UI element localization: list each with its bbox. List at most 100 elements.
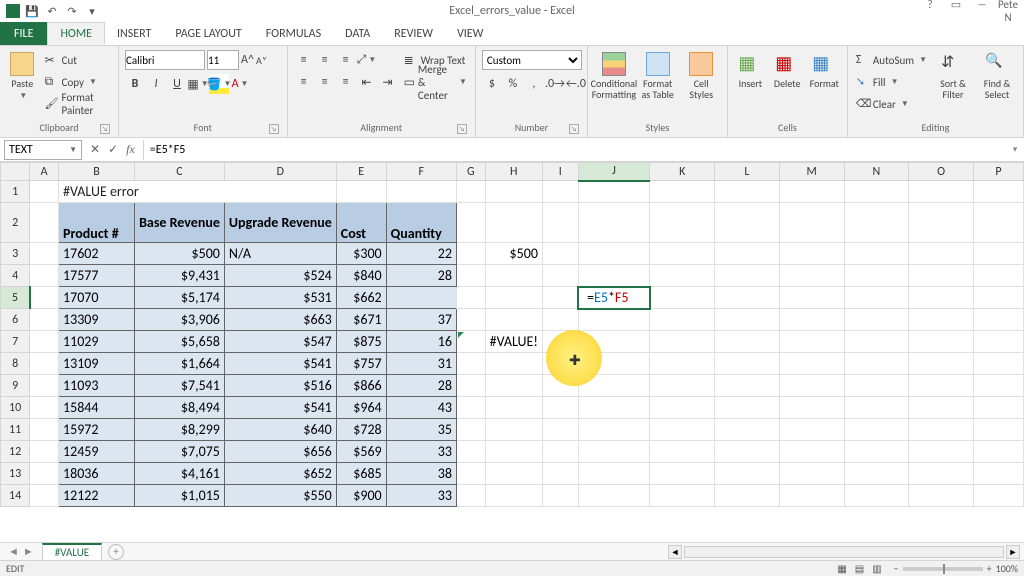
sheet-nav-prev-icon[interactable]: ◄ xyxy=(8,545,19,558)
align-left-icon[interactable]: ≡ xyxy=(294,72,314,92)
column-headers[interactable]: A B C D E F G H I J K L M N O P xyxy=(1,163,1024,181)
fill-color-button[interactable]: 🪣▼ xyxy=(209,74,229,94)
sheet-tab[interactable]: #VALUE xyxy=(42,543,102,560)
cell[interactable]: $685 xyxy=(336,463,386,485)
normal-view-icon[interactable]: ▦ xyxy=(833,562,850,575)
col-header[interactable]: J xyxy=(578,163,650,181)
align-top-icon[interactable]: ≡ xyxy=(294,50,314,70)
italic-button[interactable]: I xyxy=(146,74,166,94)
worksheet-grid[interactable]: A B C D E F G H I J K L M N O P 1 #VALUE… xyxy=(0,162,1024,542)
tab-home[interactable]: HOME xyxy=(47,22,105,45)
orientation-icon[interactable]: ⤢▼ xyxy=(357,50,377,70)
cell[interactable]: $541 xyxy=(224,397,336,419)
cell[interactable]: $656 xyxy=(224,441,336,463)
tab-formulas[interactable]: FORMULAS xyxy=(254,22,333,45)
cell[interactable]: 15844 xyxy=(59,397,135,419)
cell[interactable]: $9,431 xyxy=(135,265,225,287)
cell[interactable]: Cost xyxy=(336,203,386,243)
cell[interactable]: $728 xyxy=(336,419,386,441)
merge-center-button[interactable]: Merge & Center▼ xyxy=(402,72,469,92)
scroll-track[interactable] xyxy=(684,546,1004,558)
cell[interactable]: 38 xyxy=(386,463,456,485)
underline-button[interactable]: U xyxy=(167,74,187,94)
help-icon[interactable]: ? xyxy=(920,0,940,24)
font-name-input[interactable] xyxy=(125,50,205,70)
row-header[interactable]: 6 xyxy=(1,309,30,331)
cell[interactable]: $1,664 xyxy=(135,353,225,375)
col-header[interactable]: N xyxy=(844,163,909,181)
cell[interactable]: $5,174 xyxy=(135,287,225,309)
cell[interactable]: $300 xyxy=(336,243,386,265)
cell[interactable]: $662 xyxy=(336,287,386,309)
col-header[interactable]: G xyxy=(456,163,485,181)
col-header[interactable]: I xyxy=(542,163,578,181)
zoom-level[interactable]: 100% xyxy=(996,562,1018,575)
increase-indent-icon[interactable]: ⇥ xyxy=(378,72,398,92)
row-header[interactable]: 13 xyxy=(1,463,30,485)
horizontal-scrollbar[interactable]: ◄ ► xyxy=(668,545,1020,559)
cell[interactable]: $671 xyxy=(336,309,386,331)
cell[interactable]: $652 xyxy=(224,463,336,485)
cell[interactable]: 28 xyxy=(386,265,456,287)
cell[interactable]: $524 xyxy=(224,265,336,287)
cell[interactable]: $866 xyxy=(336,375,386,397)
clear-button[interactable]: Clear▼ xyxy=(854,94,929,114)
dialog-launcher-icon[interactable]: ↘ xyxy=(100,124,110,134)
tab-data[interactable]: DATA xyxy=(333,22,382,45)
enter-formula-icon[interactable]: ✓ xyxy=(108,142,118,157)
decrease-font-icon[interactable]: A˅ xyxy=(256,54,267,67)
border-button[interactable]: ▦▼ xyxy=(188,74,208,94)
ribbon-options-icon[interactable]: ▭ xyxy=(946,0,966,24)
view-switcher[interactable]: ▦▤▥ xyxy=(833,562,885,575)
cell[interactable]: 22 xyxy=(386,243,456,265)
align-bottom-icon[interactable]: ≡ xyxy=(336,50,356,70)
row-header[interactable]: 2 xyxy=(1,203,30,243)
cell[interactable]: 28 xyxy=(386,375,456,397)
page-break-view-icon[interactable]: ▥ xyxy=(868,562,885,575)
row-header[interactable]: 11 xyxy=(1,419,30,441)
cell[interactable]: 17070 xyxy=(59,287,135,309)
cell[interactable]: $840 xyxy=(336,265,386,287)
tab-file[interactable]: FILE xyxy=(0,22,47,45)
accounting-format-icon[interactable]: $ xyxy=(482,74,502,94)
tab-view[interactable]: VIEW xyxy=(445,22,495,45)
cell[interactable]: N/A xyxy=(224,243,336,265)
zoom-in-icon[interactable]: + xyxy=(987,562,992,575)
cell[interactable]: $4,161 xyxy=(135,463,225,485)
cell[interactable]: $875 xyxy=(336,331,386,353)
col-header[interactable]: L xyxy=(715,163,780,181)
name-box[interactable]: TEXT▼ xyxy=(4,140,82,160)
cell[interactable]: $7,541 xyxy=(135,375,225,397)
delete-cells-button[interactable]: Delete xyxy=(771,50,804,91)
decrease-indent-icon[interactable]: ⇤ xyxy=(357,72,377,92)
row-header[interactable]: 10 xyxy=(1,397,30,419)
decrease-decimal-icon[interactable]: ←.0 xyxy=(566,74,586,94)
cell[interactable]: 15972 xyxy=(59,419,135,441)
formula-input[interactable] xyxy=(143,140,1006,160)
row-header[interactable]: 1 xyxy=(1,181,30,203)
col-header[interactable]: H xyxy=(485,163,542,181)
row-header[interactable]: 5 xyxy=(1,287,30,309)
cell-editing[interactable]: =E5*F5 xyxy=(578,287,650,309)
cell[interactable]: #VALUE! xyxy=(485,331,542,353)
tab-insert[interactable]: INSERT xyxy=(105,22,163,45)
increase-decimal-icon[interactable]: .0→ xyxy=(545,74,565,94)
zoom-slider[interactable] xyxy=(903,567,983,571)
cell[interactable]: 13309 xyxy=(59,309,135,331)
scroll-right-icon[interactable]: ► xyxy=(1006,545,1020,559)
cell[interactable]: 11093 xyxy=(59,375,135,397)
autosum-button[interactable]: AutoSum▼ xyxy=(854,50,929,70)
bold-button[interactable]: B xyxy=(125,74,145,94)
page-layout-view-icon[interactable]: ▤ xyxy=(851,562,868,575)
col-header[interactable]: F xyxy=(386,163,456,181)
dialog-launcher-icon[interactable]: ↘ xyxy=(569,124,579,134)
cell[interactable]: #VALUE error xyxy=(59,181,337,203)
col-header[interactable]: C xyxy=(135,163,225,181)
cell[interactable]: $547 xyxy=(224,331,336,353)
qat-customize-icon[interactable]: ▾ xyxy=(84,3,100,19)
col-header[interactable]: B xyxy=(59,163,135,181)
format-cells-button[interactable]: Format xyxy=(808,50,841,91)
cell[interactable]: $757 xyxy=(336,353,386,375)
zoom-control[interactable]: −+100% xyxy=(894,562,1018,575)
number-format-select[interactable]: Custom xyxy=(482,50,582,70)
